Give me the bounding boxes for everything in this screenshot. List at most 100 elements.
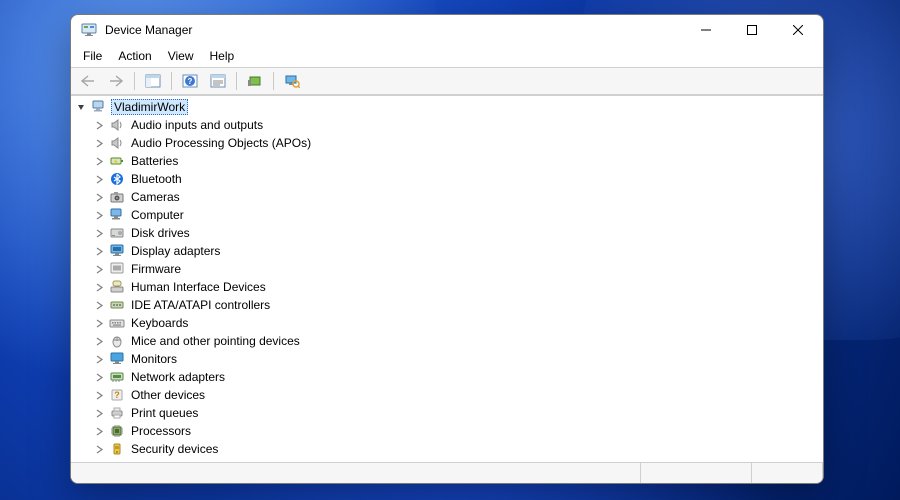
tree-category[interactable]: Keyboards — [73, 314, 823, 332]
toolbar-update-button[interactable] — [242, 69, 268, 93]
minimize-button[interactable] — [683, 15, 729, 45]
tree-category-label: Audio inputs and outputs — [129, 118, 265, 132]
chevron-right-icon[interactable] — [91, 139, 107, 148]
toolbar: ? — [71, 67, 823, 95]
tree-root[interactable]: VladimirWork — [73, 98, 823, 116]
chevron-right-icon[interactable] — [91, 373, 107, 382]
tree-category[interactable]: Bluetooth — [73, 170, 823, 188]
chevron-down-icon[interactable] — [73, 103, 89, 112]
tree-category[interactable]: Print queues — [73, 404, 823, 422]
menu-file[interactable]: File — [75, 47, 110, 65]
camera-icon — [109, 189, 125, 205]
tree-category-label: Processors — [129, 424, 193, 438]
audio-icon — [109, 117, 125, 133]
tree-category[interactable]: Computer — [73, 206, 823, 224]
desktop-background: Device Manager File Action View Help ? — [0, 0, 900, 500]
toolbar-console-tree-button[interactable] — [140, 69, 166, 93]
chevron-right-icon[interactable] — [91, 301, 107, 310]
chevron-right-icon[interactable] — [91, 427, 107, 436]
menu-help[interactable]: Help — [202, 47, 243, 65]
menu-action[interactable]: Action — [110, 47, 159, 65]
mouse-icon — [109, 333, 125, 349]
keyboard-icon — [109, 315, 125, 331]
titlebar[interactable]: Device Manager — [71, 15, 823, 45]
tree-category-label: Security devices — [129, 442, 220, 456]
tree-category[interactable]: IDE ATA/ATAPI controllers — [73, 296, 823, 314]
firmware-icon — [109, 261, 125, 277]
tree-category-label: Computer — [129, 208, 186, 222]
tree-category[interactable]: Batteries — [73, 152, 823, 170]
tree-category-label: Batteries — [129, 154, 180, 168]
chevron-right-icon[interactable] — [91, 283, 107, 292]
chevron-right-icon[interactable] — [91, 265, 107, 274]
chevron-right-icon[interactable] — [91, 337, 107, 346]
close-button[interactable] — [775, 15, 821, 45]
maximize-button[interactable] — [729, 15, 775, 45]
tree-category[interactable]: Security devices — [73, 440, 823, 458]
chevron-right-icon[interactable] — [91, 229, 107, 238]
other-icon: ? — [109, 387, 125, 403]
chevron-right-icon[interactable] — [91, 319, 107, 328]
tree-category-label: Cameras — [129, 190, 182, 204]
chevron-right-icon[interactable] — [91, 355, 107, 364]
tree-category[interactable]: Processors — [73, 422, 823, 440]
chevron-right-icon[interactable] — [91, 121, 107, 130]
chevron-right-icon[interactable] — [91, 193, 107, 202]
tree-category[interactable]: Firmware — [73, 260, 823, 278]
security-icon — [109, 441, 125, 457]
tree-category[interactable]: Audio inputs and outputs — [73, 116, 823, 134]
toolbar-properties-button[interactable] — [205, 69, 231, 93]
tree-category[interactable]: Display adapters — [73, 242, 823, 260]
window-title: Device Manager — [105, 23, 683, 37]
tree-category-label: Disk drives — [129, 226, 192, 240]
chevron-right-icon[interactable] — [91, 211, 107, 220]
computer-icon — [109, 207, 125, 223]
tree-category[interactable]: ?Other devices — [73, 386, 823, 404]
tree-category-label: Mice and other pointing devices — [129, 334, 302, 348]
toolbar-back-button[interactable] — [75, 69, 101, 93]
tree-category-label: Audio Processing Objects (APOs) — [129, 136, 313, 150]
svg-text:?: ? — [114, 390, 120, 400]
tree-category[interactable]: Monitors — [73, 350, 823, 368]
cpu-icon — [109, 423, 125, 439]
chevron-right-icon[interactable] — [91, 391, 107, 400]
computer-icon — [91, 99, 107, 115]
tree-category[interactable]: Network adapters — [73, 368, 823, 386]
chevron-right-icon[interactable] — [91, 157, 107, 166]
tree-category-label: Human Interface Devices — [129, 280, 268, 294]
hid-icon — [109, 279, 125, 295]
display-icon — [109, 243, 125, 259]
disk-icon — [109, 225, 125, 241]
tree-category-label: Bluetooth — [129, 172, 184, 186]
tree-category[interactable]: Audio Processing Objects (APOs) — [73, 134, 823, 152]
chevron-right-icon[interactable] — [91, 175, 107, 184]
monitor-icon — [109, 351, 125, 367]
audio-icon — [109, 135, 125, 151]
device-tree[interactable]: VladimirWork Audio inputs and outputs Audi… — [71, 96, 823, 462]
tree-category-label: Keyboards — [129, 316, 190, 330]
tree-category-label: IDE ATA/ATAPI controllers — [129, 298, 272, 312]
tree-category[interactable]: Cameras — [73, 188, 823, 206]
ide-icon — [109, 297, 125, 313]
toolbar-help-button[interactable]: ? — [177, 69, 203, 93]
printer-icon — [109, 405, 125, 421]
toolbar-forward-button[interactable] — [103, 69, 129, 93]
menu-view[interactable]: View — [160, 47, 202, 65]
svg-text:?: ? — [188, 77, 193, 86]
tree-root-label: VladimirWork — [111, 99, 188, 115]
tree-category[interactable]: Human Interface Devices — [73, 278, 823, 296]
toolbar-scan-button[interactable] — [279, 69, 305, 93]
app-icon — [81, 22, 97, 38]
statusbar — [71, 462, 823, 483]
tree-category-label: Monitors — [129, 352, 179, 366]
menubar: File Action View Help — [71, 45, 823, 67]
tree-category-label: Network adapters — [129, 370, 227, 384]
tree-category-label: Firmware — [129, 262, 183, 276]
chevron-right-icon[interactable] — [91, 409, 107, 418]
tree-category[interactable]: Disk drives — [73, 224, 823, 242]
tree-category-label: Display adapters — [129, 244, 222, 258]
tree-category[interactable]: Mice and other pointing devices — [73, 332, 823, 350]
tree-category-label: Print queues — [129, 406, 200, 420]
chevron-right-icon[interactable] — [91, 445, 107, 454]
chevron-right-icon[interactable] — [91, 247, 107, 256]
